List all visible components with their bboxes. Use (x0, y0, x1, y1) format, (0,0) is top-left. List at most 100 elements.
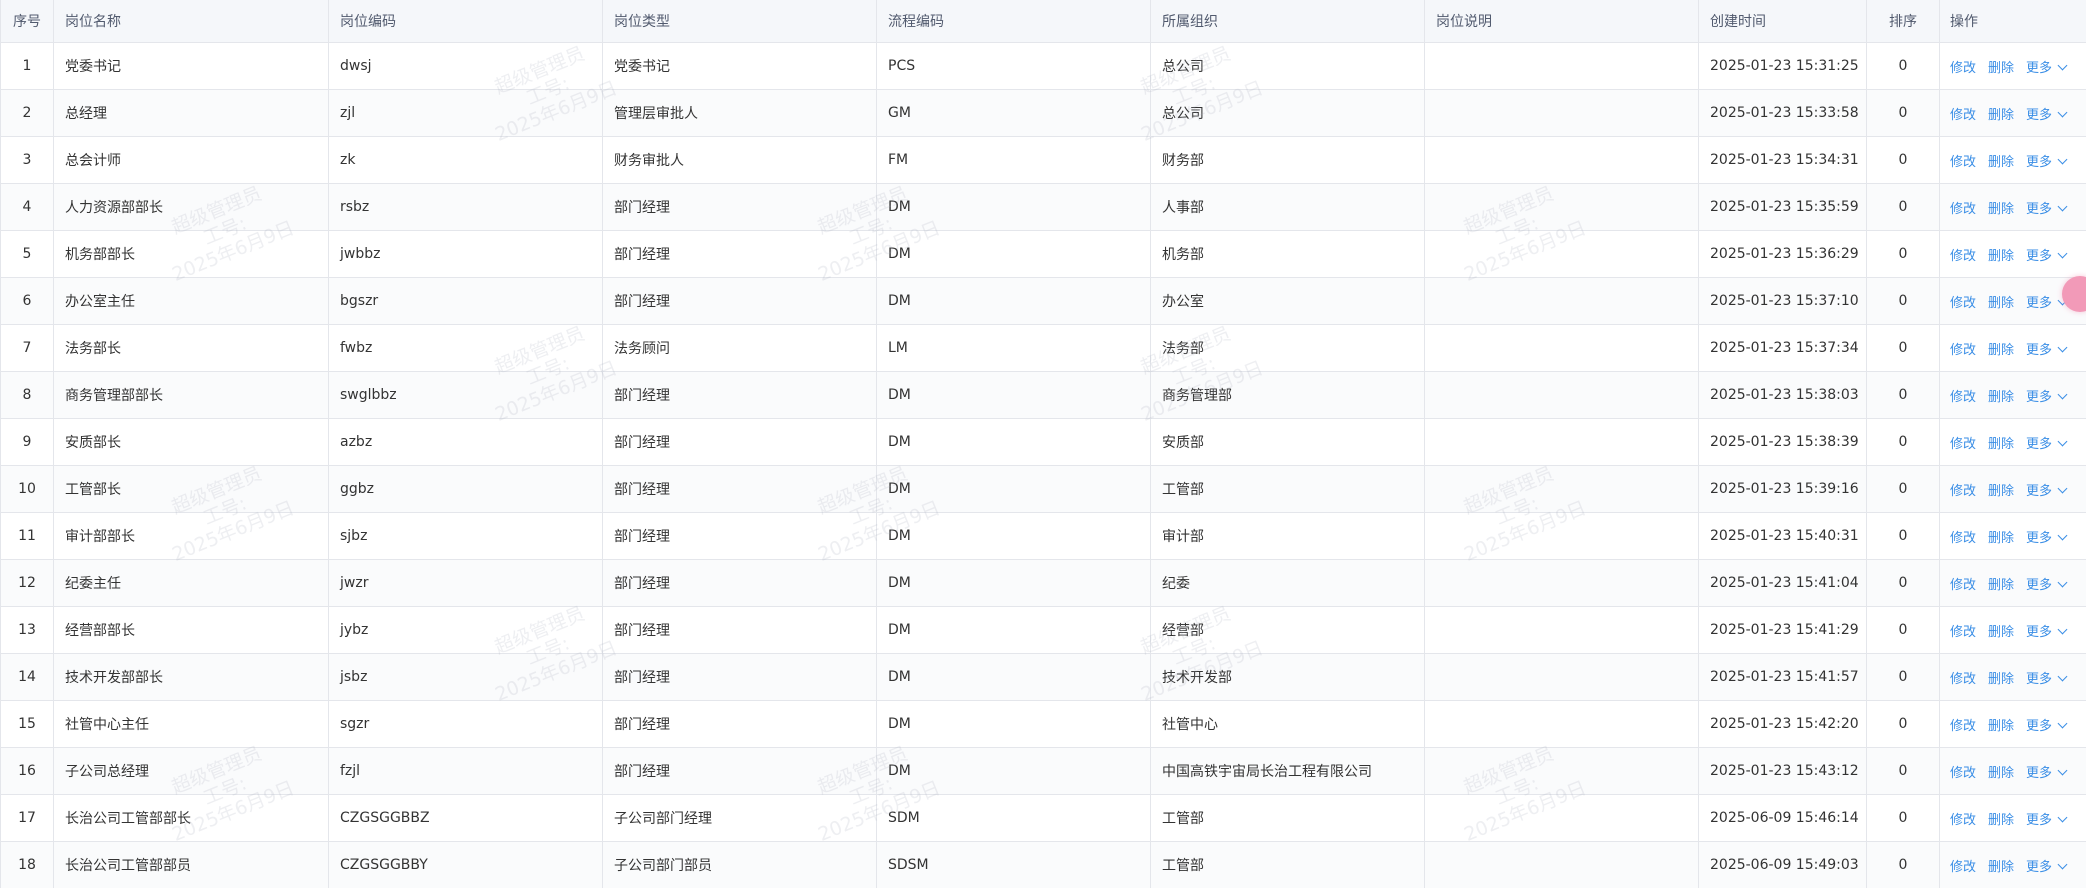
edit-link[interactable]: 修改 (1950, 625, 1976, 640)
edit-link[interactable]: 修改 (1950, 202, 1976, 217)
more-dropdown[interactable]: 更多 (2026, 671, 2068, 687)
edit-link[interactable]: 修改 (1950, 484, 1976, 499)
more-dropdown[interactable]: 更多 (2026, 859, 2068, 875)
edit-link[interactable]: 修改 (1950, 578, 1976, 593)
more-dropdown[interactable]: 更多 (2026, 812, 2068, 828)
column-header-created[interactable]: 创建时间 (1698, 0, 1867, 43)
edit-link[interactable]: 修改 (1950, 860, 1976, 875)
more-dropdown[interactable]: 更多 (2026, 624, 2068, 640)
cell-name: 社管中心主任 (53, 700, 329, 748)
delete-link[interactable]: 删除 (1988, 202, 2014, 217)
more-label: 更多 (2026, 718, 2053, 734)
table-row[interactable]: 10 工管部长 ggbz 部门经理 DM 工管部 2025-01-23 15:3… (0, 465, 2086, 513)
column-header-flow[interactable]: 流程编码 (876, 0, 1151, 43)
delete-link[interactable]: 删除 (1988, 484, 2014, 499)
cell-name: 长治公司工管部部员 (53, 841, 329, 888)
delete-link[interactable]: 删除 (1988, 61, 2014, 76)
delete-link[interactable]: 删除 (1988, 578, 2014, 593)
more-dropdown[interactable]: 更多 (2026, 248, 2068, 264)
edit-link[interactable]: 修改 (1950, 531, 1976, 546)
delete-link[interactable]: 删除 (1988, 719, 2014, 734)
cell-actions: 修改 删除 更多 (1939, 418, 2086, 466)
delete-link[interactable]: 删除 (1988, 860, 2014, 875)
edit-link[interactable]: 修改 (1950, 437, 1976, 452)
table-row[interactable]: 6 办公室主任 bgszr 部门经理 DM 办公室 2025-01-23 15:… (0, 277, 2086, 325)
table-row[interactable]: 16 子公司总经理 fzjl 部门经理 DM 中国高铁宇宙局长治工程有限公司 2… (0, 747, 2086, 795)
column-header-sort[interactable]: 排序 (1866, 0, 1940, 43)
column-header-type[interactable]: 岗位类型 (602, 0, 877, 43)
table-row[interactable]: 3 总会计师 zk 财务审批人 FM 财务部 2025-01-23 15:34:… (0, 136, 2086, 184)
table-row[interactable]: 9 安质部长 azbz 部门经理 DM 安质部 2025-01-23 15:38… (0, 418, 2086, 466)
edit-link[interactable]: 修改 (1950, 813, 1976, 828)
delete-link[interactable]: 删除 (1988, 108, 2014, 123)
cell-actions: 修改 删除 更多 (1939, 89, 2086, 137)
edit-link[interactable]: 修改 (1950, 249, 1976, 264)
chevron-down-icon (2057, 577, 2068, 587)
edit-link[interactable]: 修改 (1950, 390, 1976, 405)
edit-link[interactable]: 修改 (1950, 343, 1976, 358)
delete-link[interactable]: 删除 (1988, 813, 2014, 828)
column-header-desc[interactable]: 岗位说明 (1424, 0, 1699, 43)
cell-code: bgszr (328, 277, 603, 325)
edit-link[interactable]: 修改 (1950, 61, 1976, 76)
table-row[interactable]: 8 商务管理部部长 swglbbz 部门经理 DM 商务管理部 2025-01-… (0, 371, 2086, 419)
edit-link[interactable]: 修改 (1950, 672, 1976, 687)
delete-link[interactable]: 删除 (1988, 249, 2014, 264)
cell-code: jwbbz (328, 230, 603, 278)
chevron-down-icon (2057, 671, 2068, 681)
delete-link[interactable]: 删除 (1988, 390, 2014, 405)
table-row[interactable]: 1 党委书记 dwsj 党委书记 PCS 总公司 2025-01-23 15:3… (0, 42, 2086, 90)
cell-index: 11 (0, 512, 54, 560)
delete-link[interactable]: 删除 (1988, 531, 2014, 546)
column-header-org[interactable]: 所属组织 (1150, 0, 1425, 43)
table-row[interactable]: 14 技术开发部部长 jsbz 部门经理 DM 技术开发部 2025-01-23… (0, 653, 2086, 701)
table-header-row: 序号 岗位名称 岗位编码 岗位类型 流程编码 所属组织 岗位说明 创建时间 排序… (0, 0, 2086, 43)
more-dropdown[interactable]: 更多 (2026, 530, 2068, 546)
cell-name: 工管部长 (53, 465, 329, 513)
table-row[interactable]: 13 经营部部长 jybz 部门经理 DM 经营部 2025-01-23 15:… (0, 606, 2086, 654)
more-dropdown[interactable]: 更多 (2026, 436, 2068, 452)
table-row[interactable]: 17 长治公司工管部部长 CZGSGGBBZ 子公司部门经理 SDM 工管部 2… (0, 794, 2086, 842)
more-label: 更多 (2026, 342, 2053, 358)
delete-link[interactable]: 删除 (1988, 155, 2014, 170)
more-dropdown[interactable]: 更多 (2026, 342, 2068, 358)
delete-link[interactable]: 删除 (1988, 296, 2014, 311)
more-dropdown[interactable]: 更多 (2026, 154, 2068, 170)
more-dropdown[interactable]: 更多 (2026, 107, 2068, 123)
more-dropdown[interactable]: 更多 (2026, 765, 2068, 781)
more-dropdown[interactable]: 更多 (2026, 577, 2068, 593)
delete-link[interactable]: 删除 (1988, 437, 2014, 452)
column-header-name[interactable]: 岗位名称 (53, 0, 329, 43)
edit-link[interactable]: 修改 (1950, 296, 1976, 311)
table-row[interactable]: 15 社管中心主任 sgzr 部门经理 DM 社管中心 2025-01-23 1… (0, 700, 2086, 748)
table-row[interactable]: 2 总经理 zjl 管理层审批人 GM 总公司 2025-01-23 15:33… (0, 89, 2086, 137)
delete-link[interactable]: 删除 (1988, 672, 2014, 687)
cell-actions: 修改 删除 更多 (1939, 747, 2086, 795)
cell-org: 纪委 (1150, 559, 1425, 607)
edit-link[interactable]: 修改 (1950, 108, 1976, 123)
delete-link[interactable]: 删除 (1988, 625, 2014, 640)
more-dropdown[interactable]: 更多 (2026, 201, 2068, 217)
more-dropdown[interactable]: 更多 (2026, 389, 2068, 405)
table-row[interactable]: 18 长治公司工管部部员 CZGSGGBBY 子公司部门部员 SDSM 工管部 … (0, 841, 2086, 888)
cell-flow: DM (876, 465, 1151, 513)
more-dropdown[interactable]: 更多 (2026, 718, 2068, 734)
more-dropdown[interactable]: 更多 (2026, 483, 2068, 499)
cell-sort: 0 (1866, 841, 1940, 888)
delete-link[interactable]: 删除 (1988, 343, 2014, 358)
cell-sort: 0 (1866, 559, 1940, 607)
table-row[interactable]: 11 审计部部长 sjbz 部门经理 DM 审计部 2025-01-23 15:… (0, 512, 2086, 560)
more-dropdown[interactable]: 更多 (2026, 295, 2068, 311)
more-dropdown[interactable]: 更多 (2026, 60, 2068, 76)
edit-link[interactable]: 修改 (1950, 766, 1976, 781)
delete-link[interactable]: 删除 (1988, 766, 2014, 781)
edit-link[interactable]: 修改 (1950, 155, 1976, 170)
table-row[interactable]: 5 机务部部长 jwbbz 部门经理 DM 机务部 2025-01-23 15:… (0, 230, 2086, 278)
cell-desc (1424, 606, 1699, 654)
cell-name: 法务部长 (53, 324, 329, 372)
table-row[interactable]: 4 人力资源部部长 rsbz 部门经理 DM 人事部 2025-01-23 15… (0, 183, 2086, 231)
table-row[interactable]: 7 法务部长 fwbz 法务顾问 LM 法务部 2025-01-23 15:37… (0, 324, 2086, 372)
column-header-code[interactable]: 岗位编码 (328, 0, 603, 43)
edit-link[interactable]: 修改 (1950, 719, 1976, 734)
table-row[interactable]: 12 纪委主任 jwzr 部门经理 DM 纪委 2025-01-23 15:41… (0, 559, 2086, 607)
